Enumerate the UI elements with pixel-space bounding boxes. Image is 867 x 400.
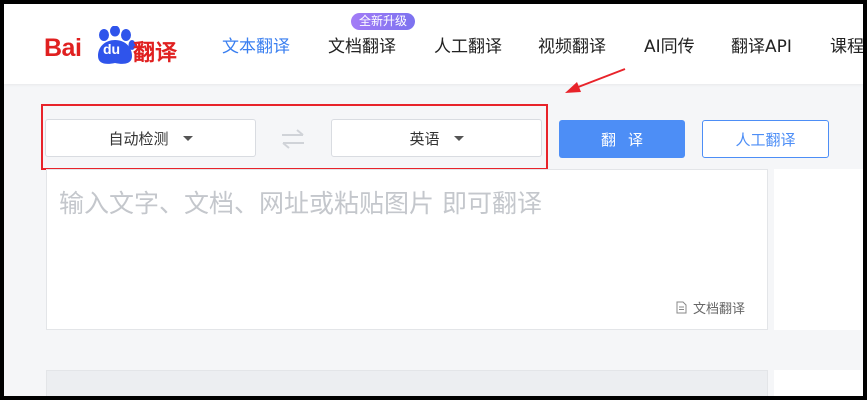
nav-translate-api[interactable]: 翻译API <box>731 32 792 57</box>
baidu-fanyi-logo[interactable]: Bai du 翻译 <box>44 26 184 66</box>
output-panel <box>774 169 863 330</box>
nav-text-translate[interactable]: 文本翻译 <box>222 32 290 57</box>
new-upgrade-badge: 全新升级 <box>351 13 416 30</box>
nav-video-translate[interactable]: 视频翻译 <box>538 32 606 57</box>
top-header: Bai du 翻译 全新升级 文本翻译 文档翻译 人工翻译 视频翻译 AI同传 … <box>4 4 863 84</box>
app-window: Bai du 翻译 全新升级 文本翻译 文档翻译 人工翻译 视频翻译 AI同传 … <box>4 4 863 396</box>
input-placeholder: 输入文字、文档、网址或粘贴图片 即可翻译 <box>59 189 542 218</box>
source-text-input[interactable]: 输入文字、文档、网址或粘贴图片 即可翻译 文档翻译 <box>46 169 768 330</box>
translate-button[interactable]: 翻译 <box>559 120 685 158</box>
nav-ai-interpret[interactable]: AI同传 <box>644 32 695 57</box>
document-icon <box>676 301 687 314</box>
nav-human-translate[interactable]: 人工翻译 <box>434 32 502 57</box>
doc-translate-label: 文档翻译 <box>692 302 745 317</box>
doc-translate-link[interactable]: 文档翻译 <box>676 298 745 317</box>
human-translate-button[interactable]: 人工翻译 <box>702 120 829 158</box>
bottom-card <box>46 370 768 396</box>
nav-courses[interactable]: 课程 <box>830 32 863 57</box>
logo-text-fanyi: 翻译 <box>133 41 178 66</box>
annotation-highlight-box <box>41 104 548 170</box>
bottom-right-panel <box>774 370 863 396</box>
nav-doc-translate[interactable]: 文档翻译 <box>328 32 396 57</box>
logo-text-bai: Bai <box>44 34 82 62</box>
annotation-arrow-icon <box>565 68 626 93</box>
logo-text-du: du <box>103 41 121 57</box>
